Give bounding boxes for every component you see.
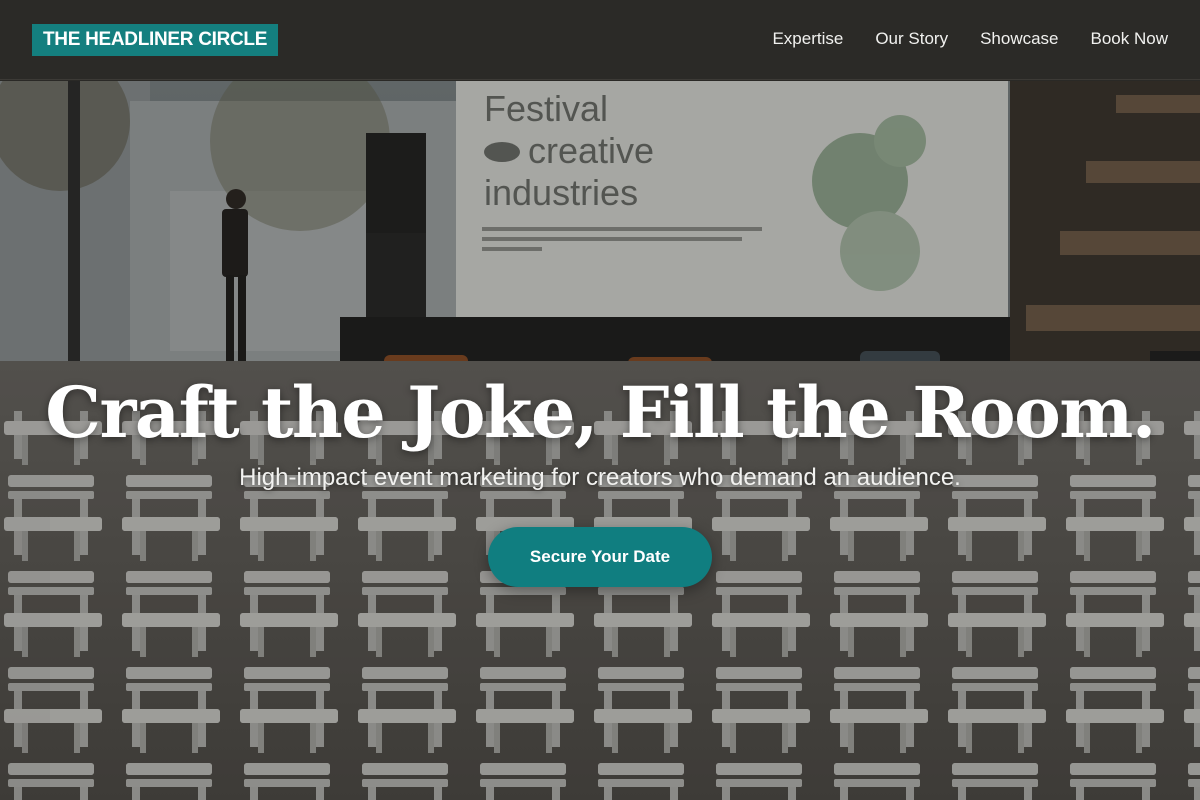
nav-item-book-now[interactable]: Book Now: [1091, 28, 1168, 50]
hero-subtitle: High-impact event marketing for creators…: [239, 464, 961, 491]
nav-item-our-story[interactable]: Our Story: [875, 28, 948, 50]
secure-date-button[interactable]: Secure Your Date: [488, 527, 712, 587]
nav-item-showcase[interactable]: Showcase: [980, 28, 1058, 50]
brand-logo[interactable]: THE HEADLINER CIRCLE: [32, 24, 279, 56]
hero-title: Craft the Joke, Fill the Room.: [45, 371, 1156, 454]
nav-item-expertise[interactable]: Expertise: [772, 28, 843, 50]
site-header: THE HEADLINER CIRCLE Expertise Our Story…: [0, 0, 1200, 80]
main-nav: Expertise Our Story Showcase Book Now: [772, 28, 1168, 50]
hero-section: Festival creative industries Craft the J…: [0, 81, 1200, 800]
